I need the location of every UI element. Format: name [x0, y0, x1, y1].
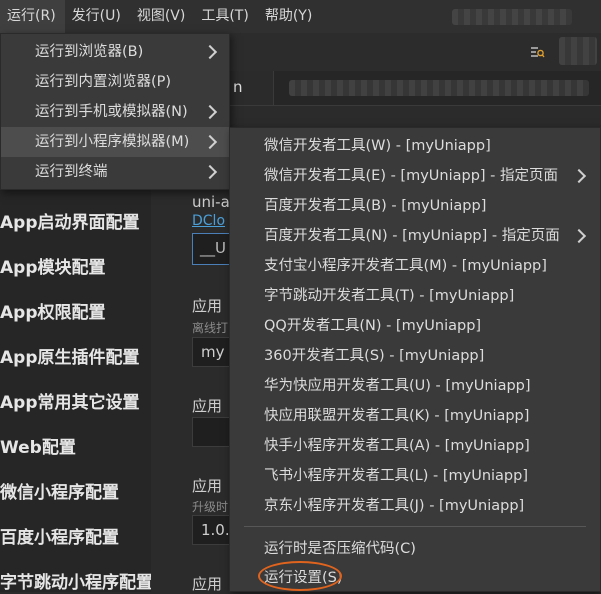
run-to-device-label: 运行到手机或模拟器(N) — [35, 104, 188, 120]
quickapp-alliance-devtools-label: 快应用联盟开发者工具(K) - [myUniapp] — [264, 408, 530, 424]
run-to-browser[interactable]: 运行到浏览器(B) — [1, 37, 229, 67]
editor-tab-label: n — [233, 78, 243, 96]
sidebar-item-app-native-plugins[interactable]: App原生插件配置 — [0, 343, 140, 368]
app-name-input[interactable]: my — [192, 337, 232, 367]
appid-label: uni-a — [192, 193, 230, 211]
bytedance-devtools[interactable]: 字节跳动开发者工具(T) - [myUniapp] — [230, 281, 600, 311]
app-name-label: 应用 — [192, 297, 223, 315]
app-version-input[interactable]: 1.0. — [192, 515, 232, 545]
app-version-value: 1.0. — [201, 521, 230, 539]
run-to-browser-label: 运行到浏览器(B) — [35, 44, 144, 60]
baidu-devtools-page[interactable]: 百度开发者工具(N) - [myUniapp] - 指定页面 — [230, 221, 600, 251]
compress-code-label: 运行时是否压缩代码(C) — [264, 541, 416, 557]
jd-devtools-label: 京东小程序开发者工具(J) - [myUniapp] — [264, 498, 525, 514]
qq-devtools-label: QQ开发者工具(N) - [myUniapp] — [264, 318, 482, 334]
menu-tools[interactable]: 工具(T) — [194, 0, 257, 33]
weixin-devtools-label: 微信开发者工具(W) - [myUniapp] — [264, 138, 491, 154]
kuaishou-devtools[interactable]: 快手小程序开发者工具(A) - [myUniapp] — [230, 431, 600, 461]
filter-icon[interactable] — [529, 44, 545, 60]
sidebar-item-baidu-mp[interactable]: 百度小程序配置 — [0, 523, 119, 548]
sidebar-item-app-permissions[interactable]: App权限配置 — [0, 298, 106, 323]
chevron-right-icon — [202, 164, 218, 180]
feishu-devtools[interactable]: 飞书小程序开发者工具(L) - [myUniapp] — [230, 461, 600, 491]
compress-code-toggle[interactable]: 运行时是否压缩代码(C) — [230, 534, 600, 564]
menu-publish[interactable]: 发行(U) — [65, 0, 130, 33]
app-version-hint: 升级时 — [192, 500, 229, 514]
blurred-region — [289, 80, 589, 96]
alipay-devtools-label: 支付宝小程序开发者工具(M) - [myUniapp] — [264, 258, 547, 274]
toolbar — [229, 33, 601, 71]
menu-run[interactable]: 运行(R) — [0, 0, 65, 33]
huawei-quickapp-devtools[interactable]: 华为快应用开发者工具(U) - [myUniapp] — [230, 371, 600, 401]
feishu-devtools-label: 飞书小程序开发者工具(L) - [myUniapp] — [264, 468, 528, 484]
run-menu: 运行到浏览器(B) 运行到内置浏览器(P) 运行到手机或模拟器(N) 运行到小程… — [0, 33, 230, 190]
huawei-quickapp-devtools-label: 华为快应用开发者工具(U) - [myUniapp] — [264, 378, 531, 394]
sidebar-item-app-splash[interactable]: App启动界面配置 — [0, 208, 140, 233]
app-desc-label: 应用 — [192, 397, 223, 415]
editor-tab-strip: n — [229, 71, 601, 106]
chevron-right-icon — [571, 168, 587, 184]
baidu-devtools[interactable]: 百度开发者工具(B) - [myUniapp] — [230, 191, 600, 221]
appid-value: __U — [200, 239, 226, 257]
chevron-right-icon — [571, 228, 587, 244]
menu-separator — [244, 526, 586, 527]
sidebar-item-app-other-settings[interactable]: App常用其它设置 — [0, 388, 140, 413]
baidu-devtools-page-label: 百度开发者工具(N) - [myUniapp] - 指定页面 — [264, 228, 560, 244]
quickapp-alliance-devtools[interactable]: 快应用联盟开发者工具(K) - [myUniapp] — [230, 401, 600, 431]
miniprogram-submenu: 微信开发者工具(W) - [myUniapp] 微信开发者工具(E) - [my… — [229, 127, 601, 592]
360-devtools-label: 360开发者工具(S) - [myUniapp] — [264, 348, 485, 364]
360-devtools[interactable]: 360开发者工具(S) - [myUniapp] — [230, 341, 600, 371]
sidebar-item-weixin-mp[interactable]: 微信小程序配置 — [0, 478, 119, 503]
app-version-label: 应用 — [192, 477, 223, 495]
chevron-right-icon — [202, 134, 218, 150]
weixin-devtools[interactable]: 微信开发者工具(W) - [myUniapp] — [230, 131, 600, 161]
highlight-ellipse — [258, 561, 342, 591]
run-to-device[interactable]: 运行到手机或模拟器(N) — [1, 97, 229, 127]
run-to-builtin-browser[interactable]: 运行到内置浏览器(P) — [1, 67, 229, 97]
bytedance-devtools-label: 字节跳动开发者工具(T) - [myUniapp] — [264, 288, 515, 304]
blurred-region — [452, 9, 572, 25]
sidebar-item-toutiao-mp[interactable]: 字节跳动小程序配置 — [0, 568, 151, 592]
weixin-devtools-page[interactable]: 微信开发者工具(E) - [myUniapp] - 指定页面 — [230, 161, 600, 191]
run-to-builtin-browser-label: 运行到内置浏览器(P) — [35, 74, 172, 90]
blurred-region — [559, 37, 597, 65]
run-to-terminal[interactable]: 运行到终端 — [1, 157, 229, 187]
menu-help[interactable]: 帮助(Y) — [258, 0, 321, 33]
weixin-devtools-page-label: 微信开发者工具(E) - [myUniapp] - 指定页面 — [264, 168, 559, 184]
qq-devtools[interactable]: QQ开发者工具(N) - [myUniapp] — [230, 311, 600, 341]
jd-devtools[interactable]: 京东小程序开发者工具(J) - [myUniapp] — [230, 491, 600, 521]
dcloud-link[interactable]: DClo — [192, 213, 225, 229]
appid-input[interactable]: __U — [192, 233, 232, 265]
config-sidebar: App启动界面配置 App模块配置 App权限配置 App原生插件配置 App常… — [0, 190, 151, 592]
run-to-miniprogram[interactable]: 运行到小程序模拟器(M) — [1, 127, 229, 157]
menu-view[interactable]: 视图(V) — [130, 0, 195, 33]
app-name-value: my — [201, 343, 225, 361]
run-to-miniprogram-label: 运行到小程序模拟器(M) — [35, 134, 190, 150]
app-desc-input[interactable] — [192, 417, 232, 447]
sidebar-item-app-modules[interactable]: App模块配置 — [0, 253, 106, 278]
sidebar-item-web[interactable]: Web配置 — [0, 433, 76, 458]
chevron-right-icon — [202, 44, 218, 60]
app-name-hint: 离线打 — [192, 321, 229, 335]
alipay-devtools[interactable]: 支付宝小程序开发者工具(M) - [myUniapp] — [230, 251, 600, 281]
app-version-code-label: 应用 — [192, 575, 223, 593]
kuaishou-devtools-label: 快手小程序开发者工具(A) - [myUniapp] — [264, 438, 530, 454]
editor-tab-active[interactable]: n — [229, 71, 274, 105]
baidu-devtools-label: 百度开发者工具(B) - [myUniapp] — [264, 198, 487, 214]
chevron-right-icon — [202, 104, 218, 120]
run-to-terminal-label: 运行到终端 — [35, 164, 108, 180]
